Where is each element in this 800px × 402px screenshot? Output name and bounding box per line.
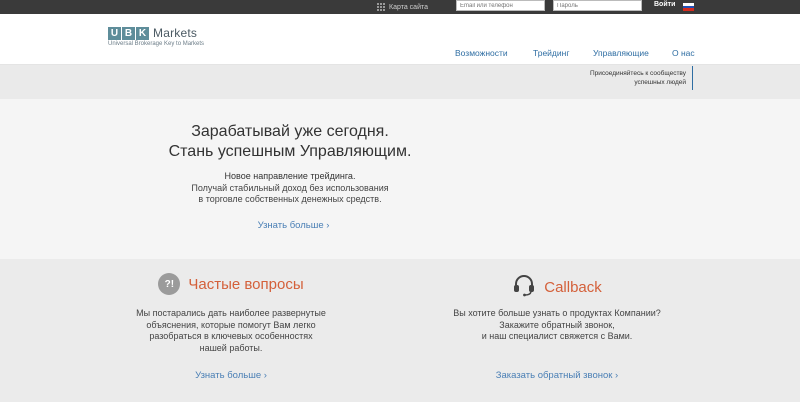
callback-line3: и наш специалист свяжется с Вами. (481, 331, 633, 341)
faq-line3: разобраться в ключевых особенностях (149, 331, 313, 341)
hero-title-line2: Стань успешным Управляющим. (168, 143, 412, 160)
hero-sub-line3: в торговле собственных денежных средств. (198, 194, 382, 204)
community-line1: Присоединяйтесь к сообществу (589, 70, 686, 77)
community-link[interactable]: Присоединяйтесь к сообществу успешных лю… (560, 69, 686, 87)
faq-line1: Мы постарались дать наиболее развернутые (136, 308, 326, 318)
nav-item-trading[interactable]: Трейдинг (533, 48, 569, 58)
hero-sub-line1: Новое направление трейдинга. (224, 171, 356, 181)
hero-sub-line2: Получай стабильный доход без использован… (191, 182, 389, 193)
faq-icon: ?! (158, 273, 181, 295)
callback-line1: Вы хотите больше узнать о продуктах Комп… (453, 308, 661, 318)
faq-text: Мы постарались дать наиболее развернутые… (100, 308, 362, 354)
faq-title: Частые вопросы (188, 275, 304, 293)
community-line2: успешных людей (634, 79, 686, 86)
logo-tagline: Universal Brokerage Key to Markets (108, 41, 205, 47)
logo-word: Markets (153, 26, 198, 40)
email-field[interactable] (456, 0, 545, 11)
hero-title-line1: Зарабатывай уже сегодня. (191, 123, 389, 140)
callback-line2: Закажите обратный звонок, (499, 319, 615, 330)
info-section: ?! Частые вопросы Мы постарались дать на… (0, 259, 800, 402)
faq-more-link[interactable]: Узнать больше › (100, 370, 362, 381)
faq-line4: нашей работы. (199, 342, 263, 353)
hero-title: Зарабатывай уже сегодня. Стань успешным … (0, 122, 580, 162)
callback-text: Вы хотите больше узнать о продуктах Комп… (420, 308, 694, 343)
password-field[interactable] (553, 0, 642, 11)
hero-subtitle: Новое направление трейдинга. Получай ста… (0, 171, 580, 206)
nav-item-managers[interactable]: Управляющие (593, 48, 649, 58)
sitemap-link[interactable]: Карта сайта (377, 1, 428, 13)
callback-title: Callback (544, 279, 602, 296)
nav-item-about[interactable]: О нас (672, 48, 695, 58)
callback-request-link[interactable]: Заказать обратный звонок › (420, 370, 694, 381)
logo[interactable]: U B K Markets Universal Brokerage Key to… (108, 26, 204, 47)
hero-more-link[interactable]: Узнать больше › (0, 220, 587, 231)
grid-icon (377, 3, 385, 11)
logo-letter: U (108, 26, 121, 40)
top-bar: Карта сайта Войти (0, 0, 800, 14)
community-divider (692, 66, 693, 90)
headset-icon (512, 273, 536, 302)
nav-item-features[interactable]: Возможности (455, 48, 508, 58)
login-button[interactable]: Войти (654, 1, 675, 8)
sitemap-label[interactable]: Карта сайта (389, 4, 428, 11)
faq-line2: объяснения, которые помогут Вам легко (146, 319, 316, 330)
logo-letter: B (122, 26, 135, 40)
russian-flag-icon[interactable] (683, 3, 694, 11)
header: U B K Markets Universal Brokerage Key to… (0, 14, 800, 65)
hero: Зарабатывай уже сегодня. Стань успешным … (0, 99, 800, 259)
logo-letter: K (136, 26, 149, 40)
